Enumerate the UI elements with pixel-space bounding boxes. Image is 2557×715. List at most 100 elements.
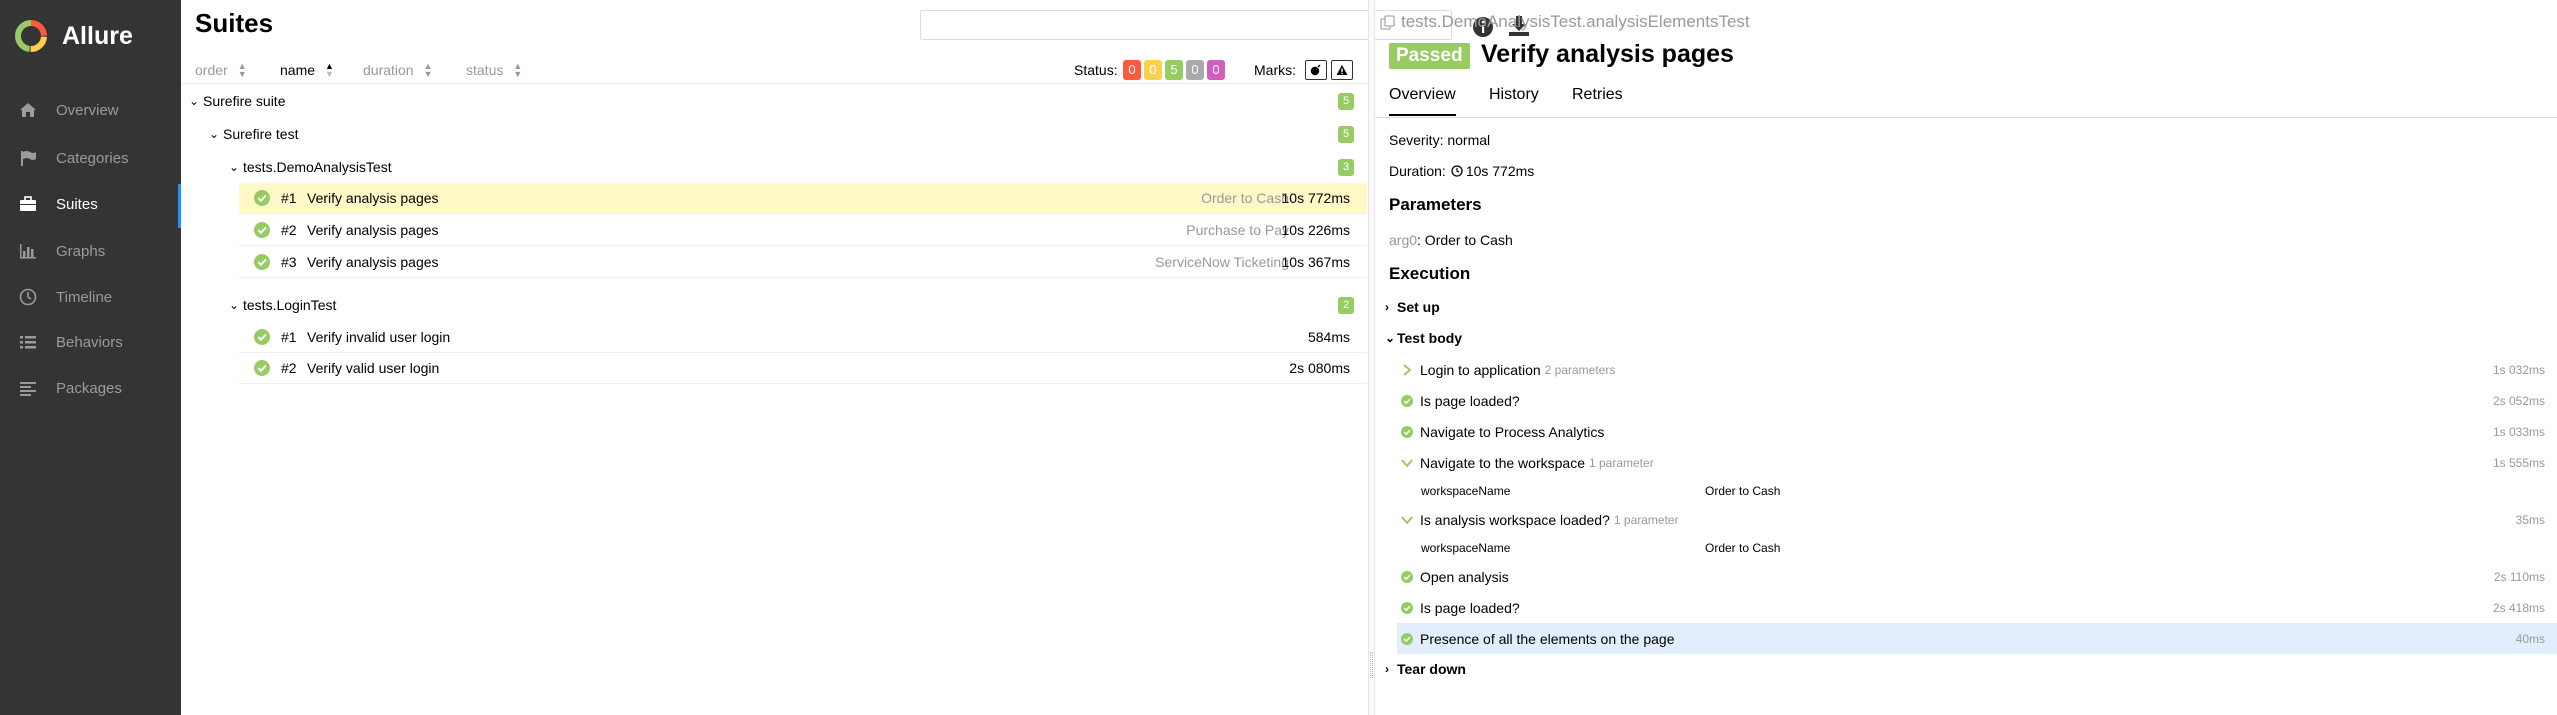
step-parameter: workspaceName Order to Cash bbox=[1421, 484, 1780, 498]
sort-icon: ▲ ▼ bbox=[423, 61, 433, 79]
copy-icon[interactable] bbox=[1380, 14, 1395, 30]
step-row[interactable]: Is analysis workspace loaded? 1 paramete… bbox=[1397, 504, 2557, 535]
test-row[interactable]: #1 Verify analysis pages Order to Cash 1… bbox=[239, 183, 1367, 214]
step-name: Login to application bbox=[1420, 361, 1541, 378]
setup-section[interactable]: › Set up bbox=[1385, 299, 1440, 315]
sidebar-item-timeline[interactable]: Timeline bbox=[0, 277, 181, 317]
align-left-icon bbox=[17, 377, 39, 399]
test-row[interactable]: #2 Verify analysis pages Purchase to Pay… bbox=[239, 215, 1367, 246]
briefcase-icon bbox=[17, 193, 39, 215]
allure-logo-icon bbox=[15, 20, 47, 52]
sidebar: Allure Overview Categories Suites Graphs… bbox=[0, 0, 181, 715]
tree-node-label: Surefire suite bbox=[203, 93, 286, 109]
step-duration: 35ms bbox=[2515, 512, 2545, 527]
test-duration: 10s 367ms bbox=[1281, 254, 1350, 270]
chevron-down-icon bbox=[1401, 457, 1413, 469]
status-passed-toggle[interactable]: 5 bbox=[1165, 60, 1183, 80]
tree-node-suite[interactable]: ⌄ Surefire suite bbox=[189, 86, 285, 116]
tab-history[interactable]: History bbox=[1489, 86, 1539, 114]
sort-order[interactable]: order ▲ ▼ bbox=[195, 62, 247, 79]
test-name: Verify invalid user login bbox=[307, 329, 451, 345]
teardown-section[interactable]: › Tear down bbox=[1385, 661, 1466, 677]
step-param-count: 1 parameter bbox=[1613, 512, 1679, 527]
resize-handle[interactable] bbox=[1370, 652, 1373, 678]
sidebar-item-categories[interactable]: Categories bbox=[0, 138, 181, 178]
tab-bar: Overview History Retries bbox=[1375, 78, 2557, 118]
tree-node-class[interactable]: ⌄ tests.DemoAnalysisTest bbox=[229, 152, 392, 182]
severity: Severity: normal bbox=[1389, 132, 1491, 148]
tree-node-label: Surefire test bbox=[223, 126, 299, 142]
duration-line: Duration: 10s 772ms bbox=[1389, 163, 1535, 179]
mark-flaky-toggle[interactable] bbox=[1305, 60, 1327, 80]
tree-node-label: tests.DemoAnalysisTest bbox=[243, 159, 392, 175]
sort-duration[interactable]: duration ▲ ▼ bbox=[363, 61, 433, 79]
sidebar-item-label: Timeline bbox=[56, 288, 113, 306]
test-name: Verify analysis pages bbox=[307, 222, 439, 238]
status-unknown-toggle[interactable]: 0 bbox=[1207, 60, 1225, 80]
step-parameter: workspaceName Order to Cash bbox=[1421, 541, 1780, 555]
status-failed-toggle[interactable]: 0 bbox=[1123, 60, 1141, 80]
test-body-section[interactable]: ⌄ Test body bbox=[1385, 330, 1462, 346]
step-name: Open analysis bbox=[1420, 568, 1509, 585]
passed-icon bbox=[1401, 632, 1413, 645]
test-number: #2 bbox=[281, 360, 297, 376]
sidebar-item-graphs[interactable]: Graphs bbox=[0, 231, 181, 271]
passed-icon bbox=[1401, 425, 1413, 438]
pane-divider[interactable] bbox=[1368, 0, 1375, 715]
sidebar-item-label: Behaviors bbox=[56, 333, 123, 351]
test-param: Purchase to Pay bbox=[1186, 222, 1289, 238]
filter-bar: order ▲ ▼ name ▲ ▼ duration ▲ ▼ status ▲ ▼ Statu… bbox=[181, 56, 1368, 84]
bomb-icon bbox=[1310, 64, 1321, 76]
step-name: Navigate to Process Analytics bbox=[1420, 423, 1605, 440]
mark-new-failed-toggle[interactable] bbox=[1331, 60, 1353, 80]
sort-name[interactable]: name ▲ ▼ bbox=[280, 62, 334, 79]
step-row[interactable]: Is page loaded? 2s 418ms bbox=[1397, 592, 2557, 623]
status-broken-toggle[interactable]: 0 bbox=[1144, 60, 1162, 80]
sort-status[interactable]: status ▲ ▼ bbox=[466, 61, 523, 79]
sidebar-item-label: Overview bbox=[56, 101, 119, 119]
passed-icon bbox=[254, 190, 270, 206]
step-name: Presence of all the elements on the page bbox=[1420, 630, 1675, 647]
step-param-count: 2 parameters bbox=[1544, 362, 1616, 377]
sidebar-item-label: Graphs bbox=[56, 242, 106, 260]
step-name: Is page loaded? bbox=[1420, 599, 1520, 616]
sidebar-item-behaviors[interactable]: Behaviors bbox=[0, 322, 181, 362]
sidebar-item-label: Packages bbox=[56, 379, 122, 397]
chevron-right-icon: › bbox=[1385, 300, 1389, 314]
test-duration: 10s 226ms bbox=[1281, 222, 1350, 238]
sort-icon: ▲ ▼ bbox=[513, 61, 523, 79]
step-row[interactable]: Open analysis 2s 110ms bbox=[1397, 561, 2557, 592]
passed-icon bbox=[254, 254, 270, 270]
status-skipped-toggle[interactable]: 0 bbox=[1186, 60, 1204, 80]
passed-icon bbox=[1401, 394, 1413, 407]
count-badge: 2 bbox=[1338, 297, 1354, 314]
chevron-right-icon: › bbox=[1385, 662, 1389, 676]
status-badge: Passed bbox=[1389, 43, 1470, 69]
step-duration: 40ms bbox=[2515, 631, 2545, 646]
brand[interactable]: Allure bbox=[14, 18, 133, 54]
execution-heading: Execution bbox=[1389, 264, 1471, 283]
step-row[interactable]: Presence of all the elements on the page… bbox=[1397, 623, 2557, 654]
sidebar-item-suites[interactable]: Suites bbox=[0, 184, 181, 228]
tree-node-class[interactable]: ⌄ tests.LoginTest bbox=[229, 290, 336, 320]
step-row[interactable]: Navigate to Process Analytics 1s 033ms bbox=[1397, 416, 2557, 447]
test-row[interactable]: #2 Verify valid user login 2s 080ms bbox=[239, 353, 1367, 384]
step-parameter-value: Order to Cash bbox=[1705, 541, 1781, 555]
step-row[interactable]: Login to application 2 parameters 1s 032… bbox=[1397, 354, 2557, 385]
tree-node-test[interactable]: ⌄ Surefire test bbox=[209, 119, 298, 149]
suites-pane: Suites order ▲ ▼ name ▲ ▼ duration ▲ ▼ status ▲… bbox=[181, 0, 1529, 715]
chevron-down-icon: ⌄ bbox=[209, 127, 220, 141]
flag-icon bbox=[17, 147, 39, 169]
parameter-name: arg0 bbox=[1389, 232, 1418, 248]
step-row[interactable]: Navigate to the workspace 1 parameter 1s… bbox=[1397, 447, 2557, 478]
clock-icon bbox=[1451, 165, 1463, 177]
tab-overview[interactable]: Overview bbox=[1389, 86, 1456, 116]
test-row[interactable]: #1 Verify invalid user login 584ms bbox=[239, 322, 1367, 353]
tab-retries[interactable]: Retries bbox=[1572, 86, 1623, 114]
test-row[interactable]: #3 Verify analysis pages ServiceNow Tick… bbox=[239, 247, 1367, 278]
sidebar-item-overview[interactable]: Overview bbox=[0, 90, 181, 130]
step-row[interactable]: Is page loaded? 2s 052ms bbox=[1397, 385, 2557, 416]
sidebar-item-packages[interactable]: Packages bbox=[0, 368, 181, 408]
step-name: Is page loaded? bbox=[1420, 392, 1520, 409]
list-icon bbox=[17, 331, 39, 353]
